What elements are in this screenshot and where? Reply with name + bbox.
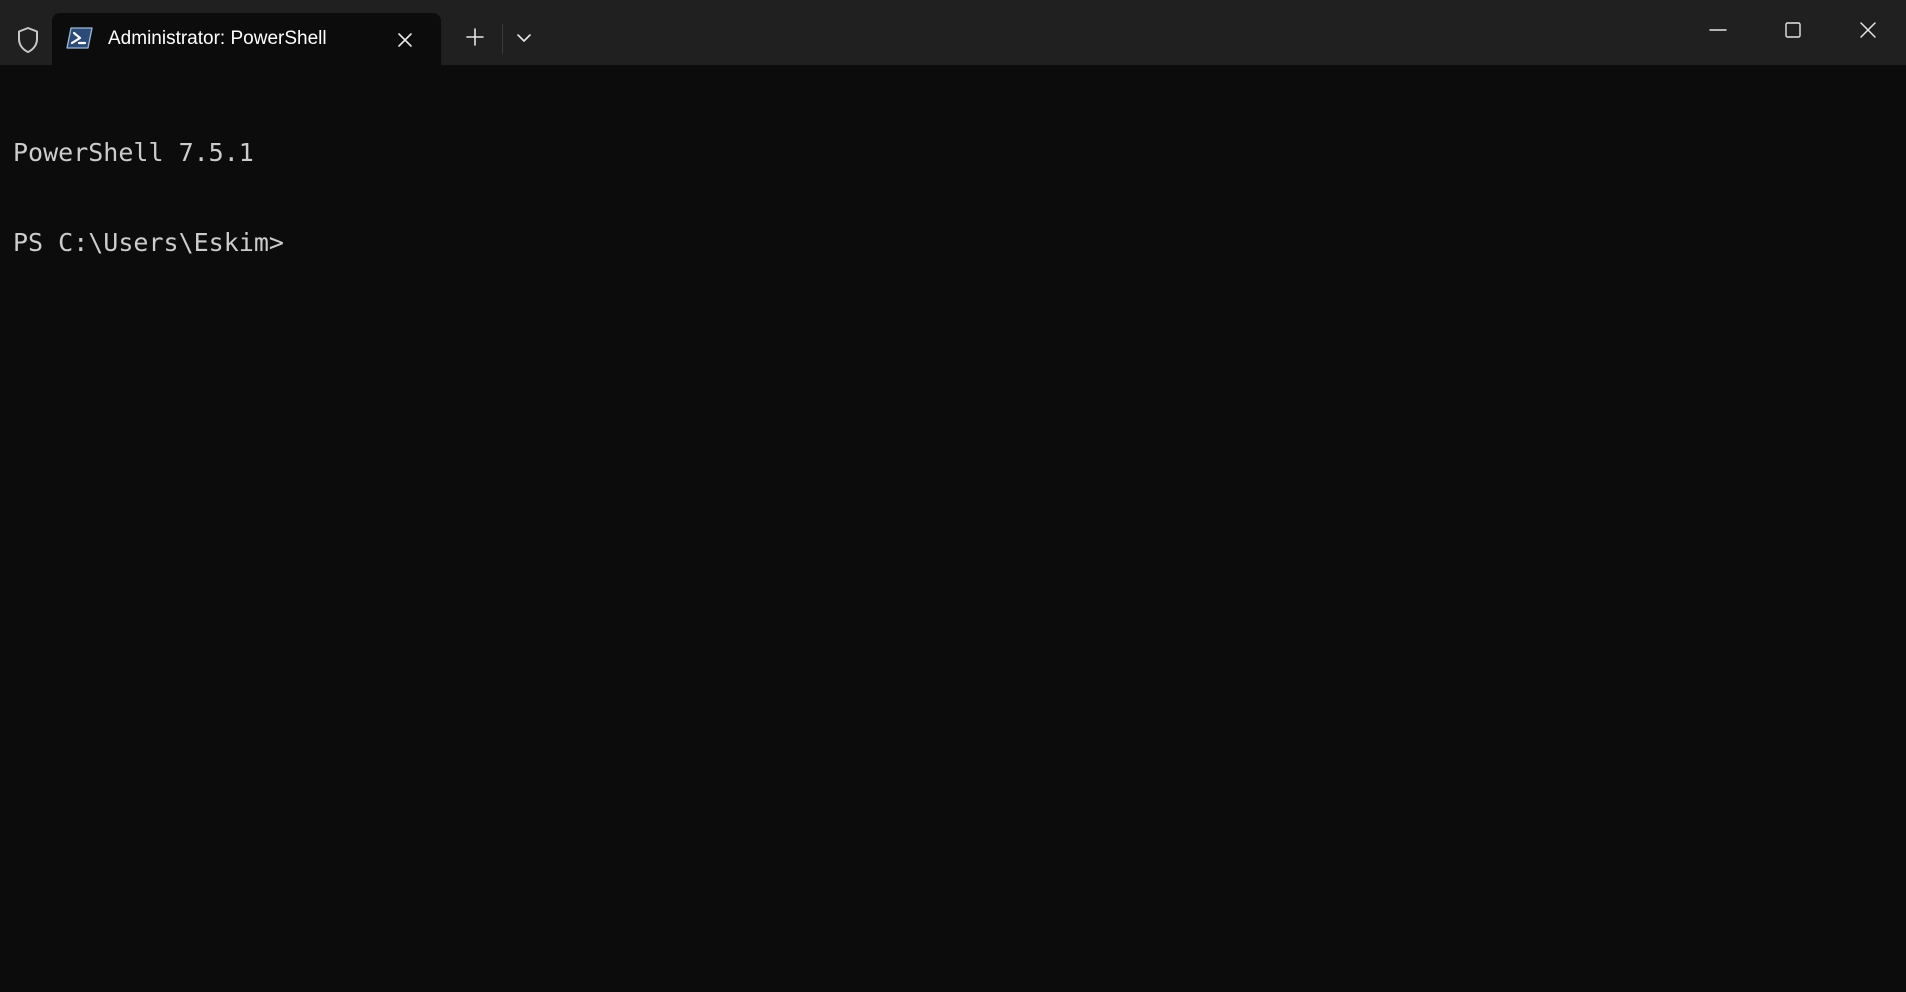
powershell-icon: [66, 26, 94, 50]
tab-divider: [502, 24, 503, 54]
shield-icon: [14, 25, 42, 55]
maximize-button[interactable]: [1763, 10, 1823, 54]
terminal-window: Administrator: PowerShell PowerShell 7.5…: [0, 0, 1906, 992]
new-tab-button[interactable]: [460, 26, 490, 52]
title-bar: Administrator: PowerShell: [0, 0, 1906, 65]
tab-title: Administrator: PowerShell: [108, 28, 327, 49]
maximize-icon: [1784, 21, 1802, 44]
close-icon: [1859, 21, 1877, 44]
minimize-button[interactable]: [1688, 10, 1748, 54]
terminal-output[interactable]: PowerShell 7.5.1 PS C:\Users\Eskim>: [13, 78, 284, 318]
close-window-button[interactable]: [1838, 10, 1898, 54]
terminal-line-version: PowerShell 7.5.1: [13, 138, 254, 167]
tab-dropdown-button[interactable]: [510, 26, 538, 52]
plus-icon: [466, 27, 484, 51]
close-tab-icon[interactable]: [393, 28, 417, 52]
tab-administrator-powershell[interactable]: Administrator: PowerShell: [52, 13, 441, 65]
chevron-down-icon: [516, 30, 532, 48]
terminal-line-prompt: PS C:\Users\Eskim>: [13, 228, 284, 257]
minimize-icon: [1709, 21, 1727, 44]
